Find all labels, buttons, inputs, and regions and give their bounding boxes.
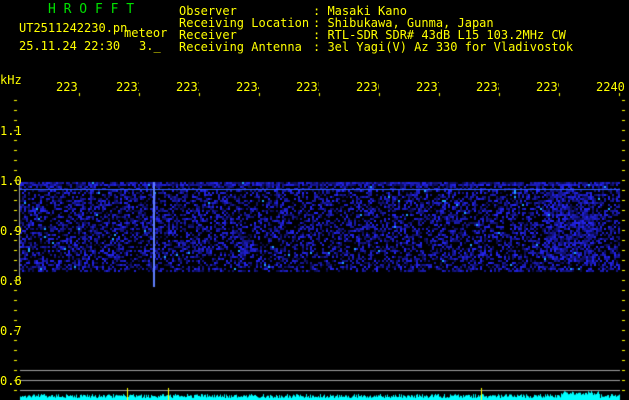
x-tick-label: 2234 (236, 80, 259, 94)
y-tick-label: 1.0 (0, 174, 22, 188)
datetime: 25.11.24 22:30 (19, 39, 121, 53)
x-tick-label: 2239 (536, 80, 559, 94)
mode-label: meteor (124, 26, 168, 40)
x-tick-label: 2235 (296, 80, 319, 94)
antenna-value: : 3el Yagi(V) Az 330 for Vladivostok (313, 40, 574, 54)
x-tick-label: 2237 (416, 80, 439, 94)
x-tick-label: 2233 (176, 80, 199, 94)
x-unit-label: kHz (0, 73, 22, 87)
x-tick-label: 2231 (56, 80, 79, 94)
file-name: UT2511242230.pn (19, 21, 128, 35)
x-tick-label: 2232 (116, 80, 139, 94)
y-tick-label: 0.8 (0, 274, 22, 288)
app-title: H R O F F T (48, 2, 135, 17)
count-value: 3._ (139, 39, 161, 53)
antenna-label: Receiving Antenna (179, 40, 302, 54)
x-tick-label: 2240 (596, 80, 625, 94)
y-tick-label: 1.1 (0, 124, 22, 138)
y-tick-label: 0.6 (0, 374, 22, 388)
y-tick-label: 0.9 (0, 224, 22, 238)
x-tick-label: 2238 (476, 80, 499, 94)
x-tick-label: 2236 (356, 80, 379, 94)
waterfall-plot (0, 0, 629, 400)
y-tick-label: 0.7 (0, 324, 22, 338)
